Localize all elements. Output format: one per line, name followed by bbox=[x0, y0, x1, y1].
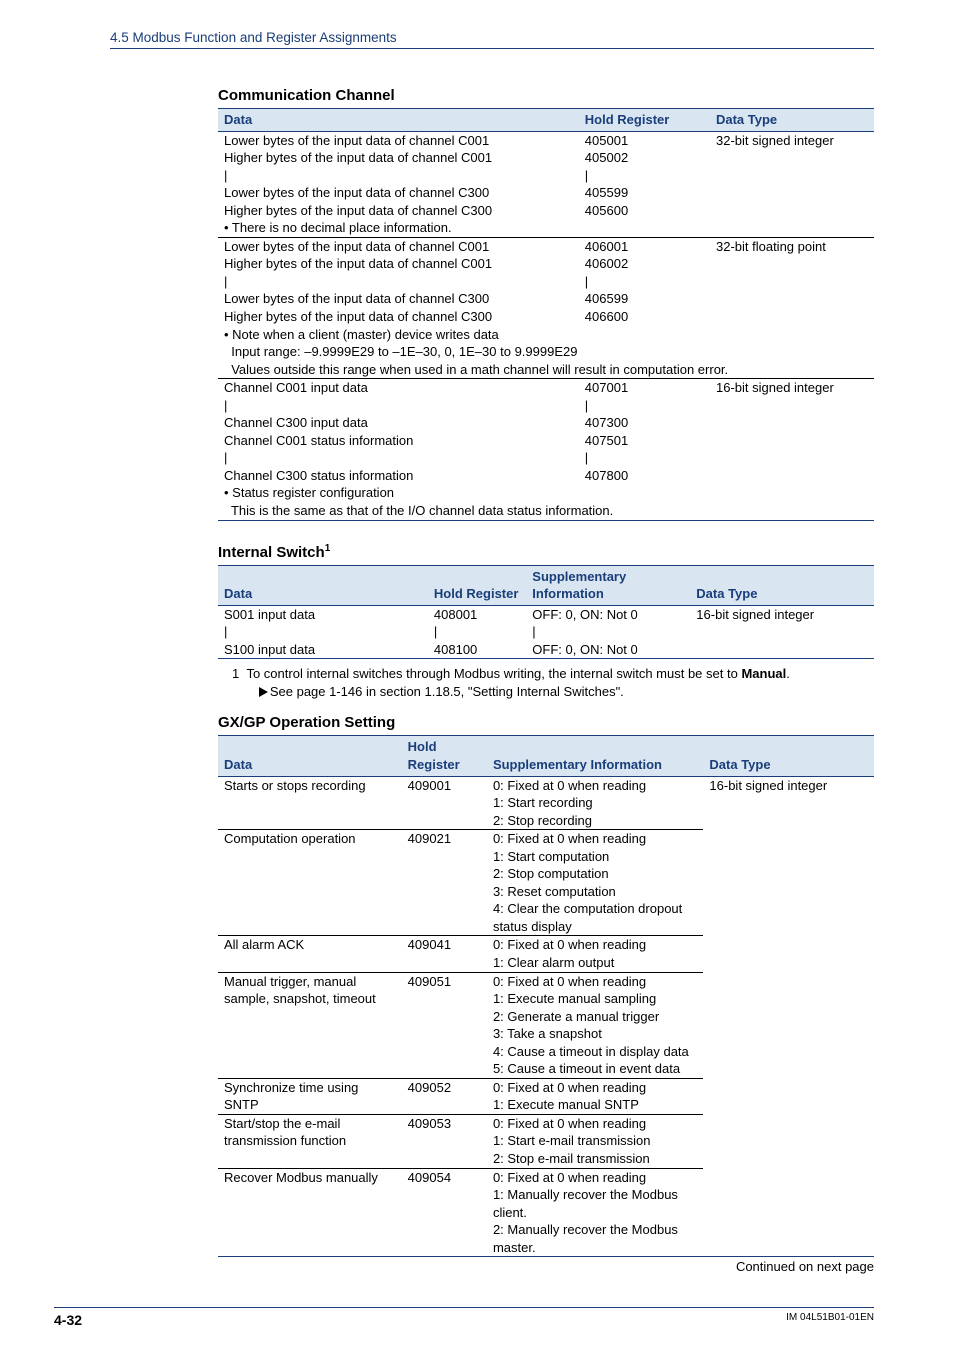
cell: • There is no decimal place information. bbox=[218, 219, 874, 237]
comm-channel-table: Data Hold Register Data Type Lower bytes… bbox=[218, 108, 874, 521]
cell: Channel C001 status information bbox=[218, 432, 579, 450]
col-reg: Hold Register bbox=[428, 565, 526, 605]
cell: Channel C300 input data bbox=[218, 414, 579, 432]
cell: 32-bit floating point bbox=[710, 237, 874, 255]
cell: 408001 bbox=[428, 605, 526, 623]
cell: Synchronize time using SNTP bbox=[218, 1078, 402, 1114]
cell: Input range: –9.9999E29 to –1E–30, 0, 1E… bbox=[218, 343, 874, 361]
cell: Higher bytes of the input data of channe… bbox=[218, 308, 579, 326]
cell: Manual trigger, manual sample, snapshot,… bbox=[218, 972, 402, 1078]
continued-label: Continued on next page bbox=[218, 1259, 874, 1274]
col-reg: Hold Register bbox=[579, 109, 710, 132]
cell: Computation operation bbox=[218, 830, 402, 936]
cell: 406001 bbox=[579, 237, 710, 255]
footnote: 1 To control internal switches through M… bbox=[248, 665, 874, 700]
cell: 407001 bbox=[579, 379, 710, 397]
ellipsis-icon: | bbox=[218, 449, 579, 467]
cell: 408100 bbox=[428, 641, 526, 659]
cell: 407501 bbox=[579, 432, 710, 450]
col-type: Data Type bbox=[710, 109, 874, 132]
col-sup: Supplementary Information bbox=[487, 736, 703, 776]
cell: Higher bytes of the input data of channe… bbox=[218, 255, 579, 273]
ellipsis-icon: | bbox=[218, 273, 579, 291]
cell: • Note when a client (master) device wri… bbox=[218, 326, 874, 344]
cell: 0: Fixed at 0 when reading1: Start e-mai… bbox=[487, 1114, 703, 1168]
cell: 405600 bbox=[579, 202, 710, 220]
page-footer: 4-32 IM 04L51B01-01EN bbox=[0, 1307, 954, 1328]
gxgp-title: GX/GP Operation Setting bbox=[218, 714, 874, 731]
cell: All alarm ACK bbox=[218, 936, 402, 972]
cell: Channel C300 status information bbox=[218, 467, 579, 485]
cell: 405002 bbox=[579, 149, 710, 167]
cell: 406599 bbox=[579, 290, 710, 308]
breadcrumb: 4.5 Modbus Function and Register Assignm… bbox=[110, 30, 874, 49]
ellipsis-icon: | bbox=[526, 623, 690, 641]
cell: 406600 bbox=[579, 308, 710, 326]
cell: Channel C001 input data bbox=[218, 379, 579, 397]
cell: Start/stop the e-mail transmission funct… bbox=[218, 1114, 402, 1168]
cell: This is the same as that of the I/O chan… bbox=[218, 502, 874, 520]
page-number: 4-32 bbox=[54, 1312, 82, 1328]
cell: 16-bit signed integer bbox=[703, 776, 874, 830]
gxgp-table: Data Hold Register Supplementary Informa… bbox=[218, 735, 874, 1257]
cell: Lower bytes of the input data of channel… bbox=[218, 290, 579, 308]
ellipsis-icon: | bbox=[579, 273, 710, 291]
cell: 406002 bbox=[579, 255, 710, 273]
ellipsis-icon: | bbox=[218, 167, 579, 185]
cell: 409051 bbox=[402, 972, 487, 1078]
cell: 409021 bbox=[402, 830, 487, 936]
ellipsis-icon: | bbox=[579, 449, 710, 467]
ellipsis-icon: | bbox=[579, 397, 710, 415]
internal-switch-title: Internal Switch1 bbox=[218, 543, 874, 561]
cell: 16-bit signed integer bbox=[690, 605, 874, 623]
doc-id: IM 04L51B01-01EN bbox=[786, 1312, 874, 1328]
cell: Higher bytes of the input data of channe… bbox=[218, 149, 579, 167]
cell: 0: Fixed at 0 when reading1: Start compu… bbox=[487, 830, 703, 936]
cell: Values outside this range when used in a… bbox=[218, 361, 874, 379]
cell: Starts or stops recording bbox=[218, 776, 402, 830]
cell: 0: Fixed at 0 when reading1: Execute man… bbox=[487, 1078, 703, 1114]
cell: 409041 bbox=[402, 936, 487, 972]
cell: 0: Fixed at 0 when reading1: Execute man… bbox=[487, 972, 703, 1078]
cell: Lower bytes of the input data of channel… bbox=[218, 237, 579, 255]
cell: Lower bytes of the input data of channel… bbox=[218, 131, 579, 149]
cell: 405599 bbox=[579, 184, 710, 202]
cell: 407300 bbox=[579, 414, 710, 432]
cell: 16-bit signed integer bbox=[710, 379, 874, 397]
col-data: Data bbox=[218, 109, 579, 132]
col-type: Data Type bbox=[690, 565, 874, 605]
cell: Higher bytes of the input data of channe… bbox=[218, 202, 579, 220]
ellipsis-icon: | bbox=[218, 623, 428, 641]
ellipsis-icon: | bbox=[579, 167, 710, 185]
col-data: Data bbox=[218, 736, 402, 776]
cell: 0: Fixed at 0 when reading1: Start recor… bbox=[487, 776, 703, 830]
cell: 407800 bbox=[579, 467, 710, 485]
cell: OFF: 0, ON: Not 0 bbox=[526, 641, 690, 659]
cell: 409053 bbox=[402, 1114, 487, 1168]
col-sup: Supplementary Information bbox=[526, 565, 690, 605]
cell: 32-bit signed integer bbox=[710, 131, 874, 149]
cell: 409054 bbox=[402, 1168, 487, 1257]
triangle-icon bbox=[259, 687, 268, 697]
col-type: Data Type bbox=[703, 736, 874, 776]
col-reg: Hold Register bbox=[402, 736, 487, 776]
cell: S001 input data bbox=[218, 605, 428, 623]
cell: 409052 bbox=[402, 1078, 487, 1114]
internal-switch-table: Data Hold Register Supplementary Informa… bbox=[218, 565, 874, 660]
cell: 0: Fixed at 0 when reading1: Clear alarm… bbox=[487, 936, 703, 972]
cell: OFF: 0, ON: Not 0 bbox=[526, 605, 690, 623]
cell: Recover Modbus manually bbox=[218, 1168, 402, 1257]
cell: Lower bytes of the input data of channel… bbox=[218, 184, 579, 202]
cell: 0: Fixed at 0 when reading1: Manually re… bbox=[487, 1168, 703, 1257]
ellipsis-icon: | bbox=[218, 397, 579, 415]
cell: • Status register configuration bbox=[218, 484, 874, 502]
cell: 409001 bbox=[402, 776, 487, 830]
cell: 405001 bbox=[579, 131, 710, 149]
col-data: Data bbox=[218, 565, 428, 605]
comm-channel-title: Communication Channel bbox=[218, 87, 874, 104]
ellipsis-icon: | bbox=[428, 623, 526, 641]
cell: S100 input data bbox=[218, 641, 428, 659]
